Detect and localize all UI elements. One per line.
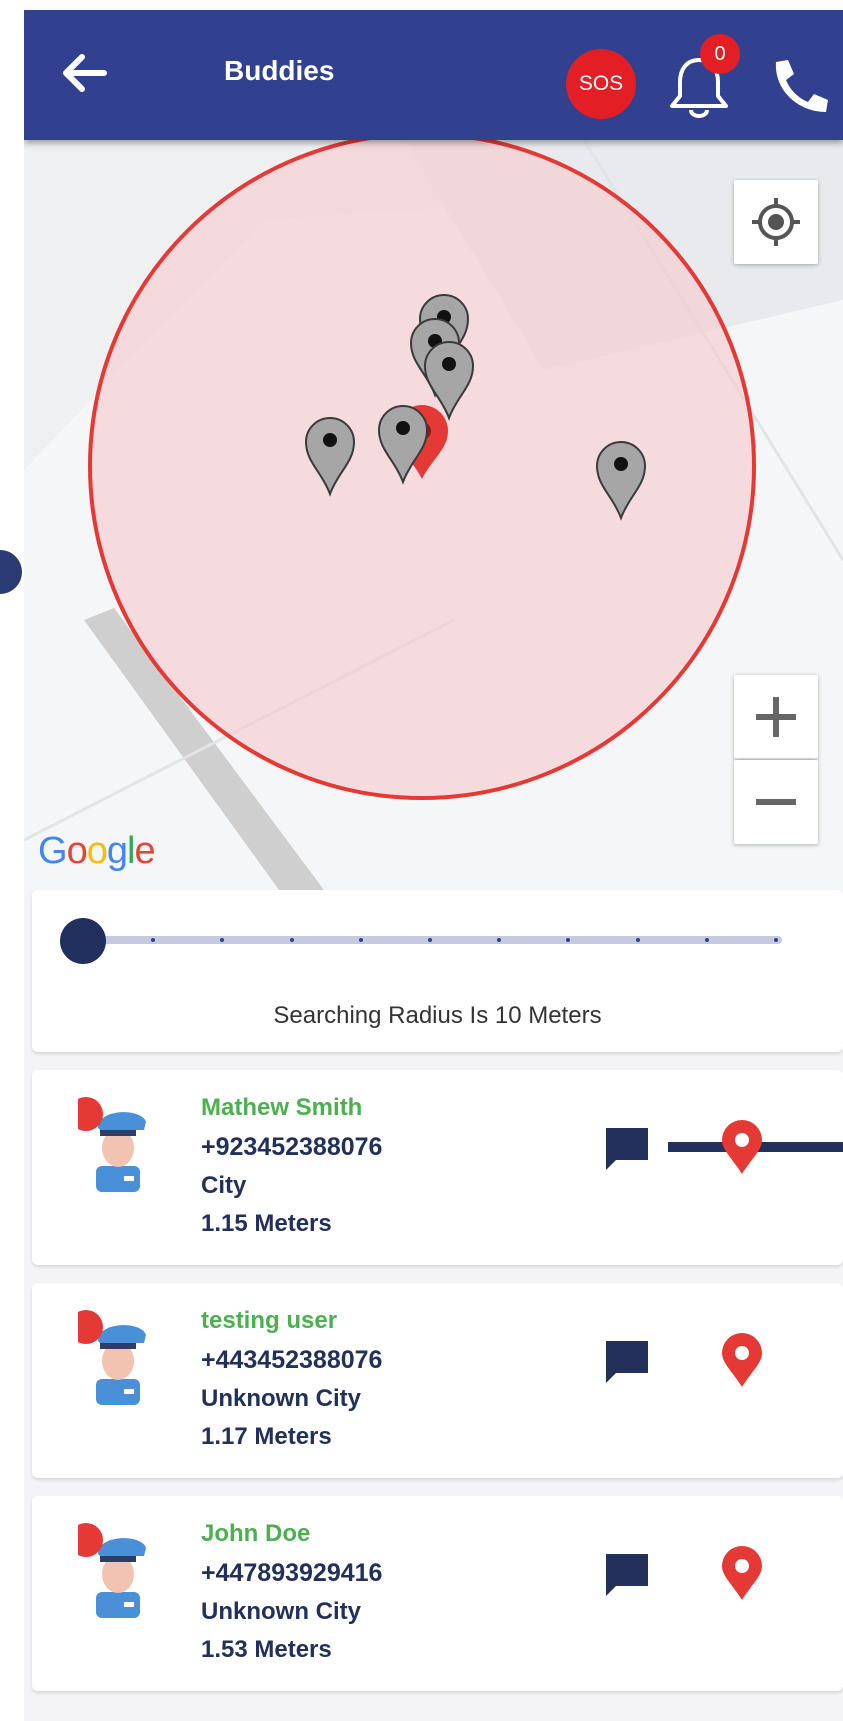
radius-slider-tick bbox=[290, 938, 294, 942]
phone-icon bbox=[775, 60, 828, 112]
zoom-in-button[interactable] bbox=[734, 675, 818, 759]
radius-slider-tick bbox=[220, 938, 224, 942]
minus-icon bbox=[756, 799, 796, 805]
buddy-city: Unknown City bbox=[201, 1385, 361, 1412]
locate-buddy-button[interactable] bbox=[722, 1546, 762, 1602]
app-screen: Buddies SOS 0 Google Searching Radius Is… bbox=[24, 10, 843, 1721]
app-bar: Buddies SOS 0 bbox=[24, 10, 843, 140]
radius-slider-tick bbox=[151, 938, 155, 942]
plus-icon bbox=[756, 697, 796, 737]
zoom-out-button[interactable] bbox=[734, 760, 818, 844]
radius-slider-tick bbox=[566, 938, 570, 942]
buddy-name: Mathew Smith bbox=[201, 1094, 363, 1121]
map-marker-icon bbox=[722, 1546, 762, 1600]
chat-button[interactable] bbox=[604, 1339, 650, 1387]
locate-buddy-button[interactable] bbox=[722, 1120, 762, 1176]
map-marker-icon bbox=[722, 1333, 762, 1387]
locate-buddy-button[interactable] bbox=[722, 1333, 762, 1389]
buddy-distance: 1.53 Meters bbox=[201, 1636, 332, 1663]
buddy-distance: 1.17 Meters bbox=[201, 1423, 332, 1450]
radius-slider-tick bbox=[497, 938, 501, 942]
police-officer-avatar-icon bbox=[78, 1310, 146, 1405]
buddy-card[interactable]: John Doe +447893929416 Unknown City 1.53… bbox=[32, 1496, 843, 1691]
map-view[interactable]: Google bbox=[24, 140, 843, 890]
chat-bubble-icon bbox=[606, 1554, 648, 1596]
page-title: Buddies bbox=[224, 55, 335, 86]
my-location-button[interactable] bbox=[734, 180, 818, 264]
call-button[interactable] bbox=[766, 54, 832, 114]
chat-button[interactable] bbox=[604, 1126, 650, 1174]
buddy-distance: 1.15 Meters bbox=[201, 1210, 332, 1237]
buddy-name: testing user bbox=[201, 1307, 338, 1334]
buddy-phone: +447893929416 bbox=[201, 1559, 383, 1587]
buddy-city: City bbox=[201, 1172, 247, 1199]
floating-handle[interactable] bbox=[0, 550, 22, 594]
chat-bubble-icon bbox=[606, 1128, 648, 1170]
chat-button[interactable] bbox=[604, 1552, 650, 1600]
screenshot-frame: Buddies SOS 0 Google Searching Radius Is… bbox=[0, 0, 843, 1721]
google-logo: Google bbox=[38, 830, 156, 872]
buddy-name: John Doe bbox=[201, 1520, 311, 1547]
radius-slider-tick bbox=[428, 938, 432, 942]
radius-slider-tick bbox=[774, 938, 778, 942]
radius-label: Searching Radius Is 10 Meters bbox=[273, 1002, 602, 1029]
radius-slider-tick bbox=[636, 938, 640, 942]
map-canvas bbox=[24, 140, 843, 890]
buddy-card[interactable]: Mathew Smith +923452388076 City 1.15 Met… bbox=[32, 1070, 843, 1265]
radius-slider-track[interactable] bbox=[82, 936, 782, 944]
chat-bubble-icon bbox=[606, 1341, 648, 1383]
police-officer-avatar-icon bbox=[78, 1097, 146, 1192]
crosshair-icon bbox=[752, 198, 800, 246]
buddy-card[interactable]: testing user +443452388076 Unknown City … bbox=[32, 1283, 843, 1478]
buddy-phone: +443452388076 bbox=[201, 1346, 383, 1374]
radius-slider-card: Searching Radius Is 10 Meters bbox=[32, 890, 843, 1052]
buddy-city: Unknown City bbox=[201, 1598, 361, 1625]
back-button[interactable] bbox=[54, 43, 114, 103]
buddy-phone: +923452388076 bbox=[201, 1133, 383, 1161]
arrow-left-icon bbox=[63, 54, 107, 92]
radius-slider-tick bbox=[359, 938, 363, 942]
radius-slider-thumb[interactable] bbox=[60, 918, 106, 964]
map-marker-icon bbox=[722, 1120, 762, 1174]
notification-count-badge: 0 bbox=[700, 34, 740, 74]
sos-button[interactable]: SOS bbox=[566, 49, 636, 119]
radius-slider-tick bbox=[705, 938, 709, 942]
police-officer-avatar-icon bbox=[78, 1523, 146, 1618]
